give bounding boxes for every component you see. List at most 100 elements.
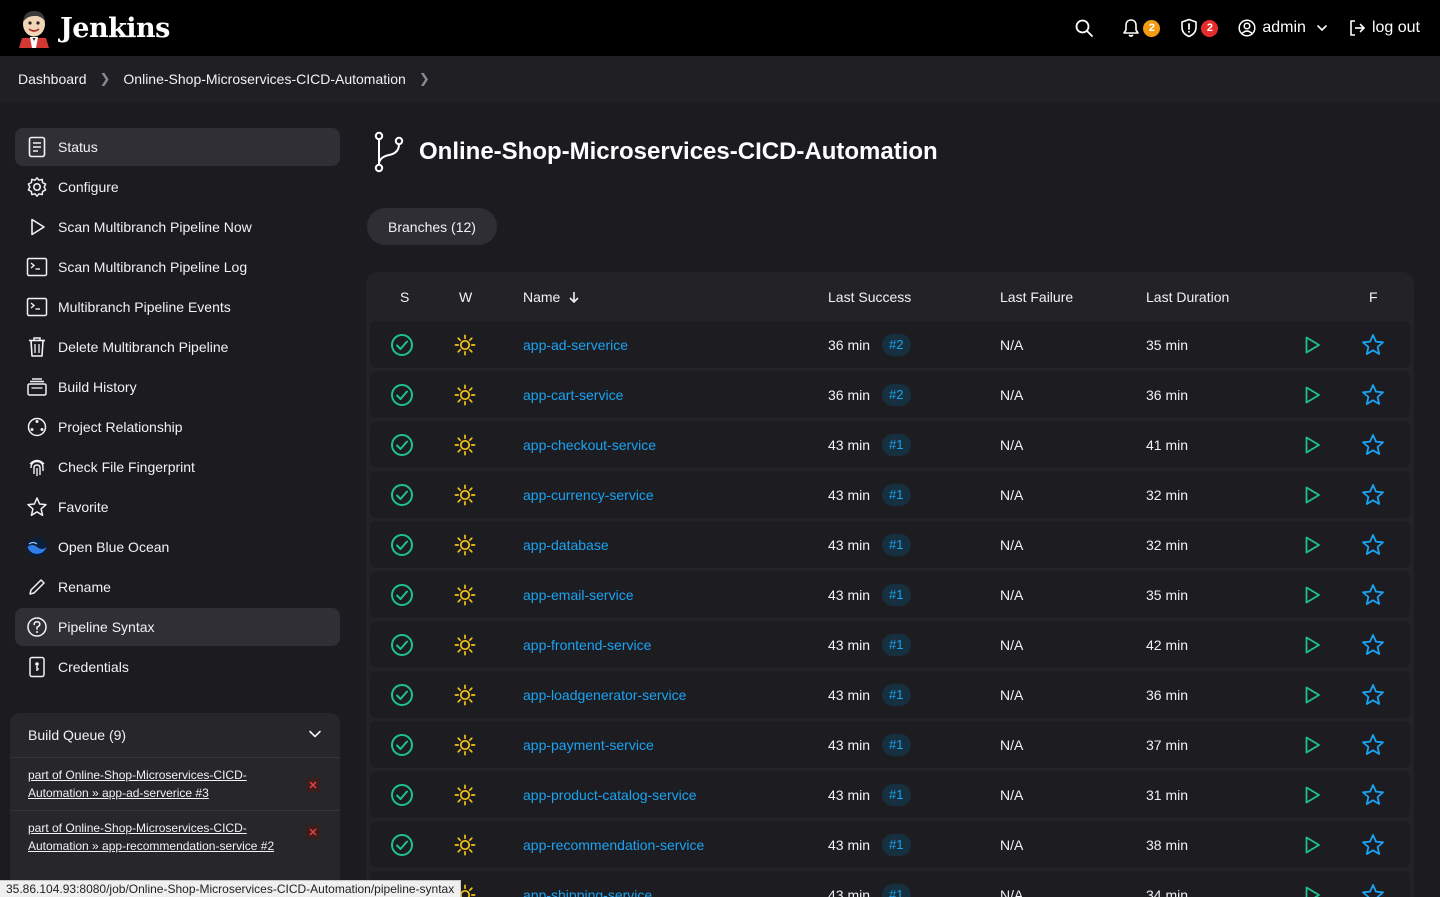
sidebar-item-configure[interactable]: Configure xyxy=(15,168,340,206)
success-check-icon[interactable] xyxy=(390,533,414,557)
branch-link[interactable]: app-payment-service xyxy=(523,737,654,753)
sun-icon[interactable] xyxy=(454,684,476,706)
sun-icon[interactable] xyxy=(454,434,476,456)
schedule-build-button[interactable] xyxy=(1302,721,1322,768)
favorite-button[interactable] xyxy=(1361,521,1385,568)
queue-item-link[interactable]: part of Online-Shop-Microservices-CICD-A… xyxy=(28,821,274,853)
build-queue-header[interactable]: Build Queue (9) xyxy=(10,713,340,757)
sidebar-item-scan-now[interactable]: Scan Multibranch Pipeline Now xyxy=(15,208,340,246)
favorite-button[interactable] xyxy=(1361,421,1385,468)
build-number-link[interactable]: #1 xyxy=(882,733,911,756)
sidebar-item-status[interactable]: Status xyxy=(15,128,340,166)
build-number-link[interactable]: #1 xyxy=(882,433,911,456)
sun-icon[interactable] xyxy=(454,334,476,356)
success-check-icon[interactable] xyxy=(390,433,414,457)
cancel-queue-item-button[interactable] xyxy=(306,778,320,792)
favorite-button[interactable] xyxy=(1361,671,1385,718)
favorite-button[interactable] xyxy=(1361,771,1385,818)
sidebar-item-scan-log[interactable]: Scan Multibranch Pipeline Log xyxy=(15,248,340,286)
build-number-link[interactable]: #1 xyxy=(882,633,911,656)
queue-item-link[interactable]: part of Online-Shop-Microservices-CICD-A… xyxy=(28,768,247,800)
favorite-button[interactable] xyxy=(1361,471,1385,518)
chevron-right-icon[interactable]: ❯ xyxy=(419,71,430,87)
favorite-button[interactable] xyxy=(1361,821,1385,868)
sun-icon[interactable] xyxy=(454,384,476,406)
breadcrumb-dashboard[interactable]: Dashboard xyxy=(18,71,87,87)
sidebar-item-favorite[interactable]: Favorite xyxy=(15,488,340,526)
build-number-link[interactable]: #1 xyxy=(882,883,911,897)
sidebar-item-fingerprint[interactable]: Check File Fingerprint xyxy=(15,448,340,486)
schedule-build-button[interactable] xyxy=(1302,871,1322,897)
build-number-link[interactable]: #1 xyxy=(882,783,911,806)
sidebar-item-build-history[interactable]: Build History xyxy=(15,368,340,406)
success-check-icon[interactable] xyxy=(390,783,414,807)
schedule-build-button[interactable] xyxy=(1302,771,1322,818)
build-number-link[interactable]: #1 xyxy=(882,483,911,506)
sun-icon[interactable] xyxy=(454,784,476,806)
branch-link[interactable]: app-loadgenerator-service xyxy=(523,687,686,703)
column-header-weather[interactable]: W xyxy=(459,289,472,305)
favorite-button[interactable] xyxy=(1361,621,1385,668)
build-number-link[interactable]: #1 xyxy=(882,533,911,556)
sun-icon[interactable] xyxy=(454,634,476,656)
sidebar-item-pipeline-syntax[interactable]: Pipeline Syntax xyxy=(15,608,340,646)
favorite-button[interactable] xyxy=(1361,871,1385,897)
success-check-icon[interactable] xyxy=(390,583,414,607)
branch-link[interactable]: app-shipping-service xyxy=(523,887,652,897)
favorite-button[interactable] xyxy=(1361,321,1385,368)
column-header-last-failure[interactable]: Last Failure xyxy=(1000,289,1073,305)
build-number-link[interactable]: #1 xyxy=(882,683,911,706)
build-number-link[interactable]: #2 xyxy=(882,383,911,406)
chevron-right-icon[interactable]: ❯ xyxy=(100,71,111,87)
branch-link[interactable]: app-recommendation-service xyxy=(523,837,704,853)
build-number-link[interactable]: #1 xyxy=(882,583,911,606)
build-number-link[interactable]: #1 xyxy=(882,833,911,856)
sidebar-item-credentials[interactable]: Credentials xyxy=(15,648,340,686)
success-check-icon[interactable] xyxy=(390,333,414,357)
cancel-queue-item-button[interactable] xyxy=(306,825,320,839)
success-check-icon[interactable] xyxy=(390,733,414,757)
logout-button[interactable]: log out xyxy=(1338,10,1430,46)
sun-icon[interactable] xyxy=(454,584,476,606)
branch-link[interactable]: app-checkout-service xyxy=(523,437,656,453)
branch-link[interactable]: app-product-catalog-service xyxy=(523,787,697,803)
success-check-icon[interactable] xyxy=(390,833,414,857)
column-header-favorite[interactable]: F xyxy=(1369,289,1378,305)
favorite-button[interactable] xyxy=(1361,571,1385,618)
schedule-build-button[interactable] xyxy=(1302,671,1322,718)
tab-branches[interactable]: Branches (12) xyxy=(367,208,497,245)
sidebar-item-rename[interactable]: Rename xyxy=(15,568,340,606)
schedule-build-button[interactable] xyxy=(1302,821,1322,868)
search-button[interactable] xyxy=(1064,10,1104,46)
schedule-build-button[interactable] xyxy=(1302,421,1322,468)
branch-link[interactable]: app-database xyxy=(523,537,609,553)
column-header-name[interactable]: Name xyxy=(523,289,580,305)
schedule-build-button[interactable] xyxy=(1302,371,1322,418)
favorite-button[interactable] xyxy=(1361,721,1385,768)
schedule-build-button[interactable] xyxy=(1302,621,1322,668)
sidebar-item-events[interactable]: Multibranch Pipeline Events xyxy=(15,288,340,326)
schedule-build-button[interactable] xyxy=(1302,471,1322,518)
sun-icon[interactable] xyxy=(454,534,476,556)
notifications-button[interactable]: 2 xyxy=(1112,10,1170,46)
success-check-icon[interactable] xyxy=(390,483,414,507)
branch-link[interactable]: app-cart-service xyxy=(523,387,623,403)
schedule-build-button[interactable] xyxy=(1302,571,1322,618)
favorite-button[interactable] xyxy=(1361,371,1385,418)
sidebar-item-blue-ocean[interactable]: Open Blue Ocean xyxy=(15,528,340,566)
chevron-down-icon[interactable] xyxy=(308,727,322,741)
success-check-icon[interactable] xyxy=(390,633,414,657)
success-check-icon[interactable] xyxy=(390,383,414,407)
branch-link[interactable]: app-frontend-service xyxy=(523,637,651,653)
schedule-build-button[interactable] xyxy=(1302,521,1322,568)
branch-link[interactable]: app-currency-service xyxy=(523,487,654,503)
user-menu-button[interactable]: admin xyxy=(1228,10,1338,46)
column-header-last-duration[interactable]: Last Duration xyxy=(1146,289,1229,305)
column-header-status[interactable]: S xyxy=(400,289,409,305)
sun-icon[interactable] xyxy=(454,734,476,756)
branch-link[interactable]: app-email-service xyxy=(523,587,633,603)
security-button[interactable]: 2 xyxy=(1170,10,1228,46)
column-header-last-success[interactable]: Last Success xyxy=(828,289,911,305)
schedule-build-button[interactable] xyxy=(1302,321,1322,368)
sun-icon[interactable] xyxy=(454,484,476,506)
